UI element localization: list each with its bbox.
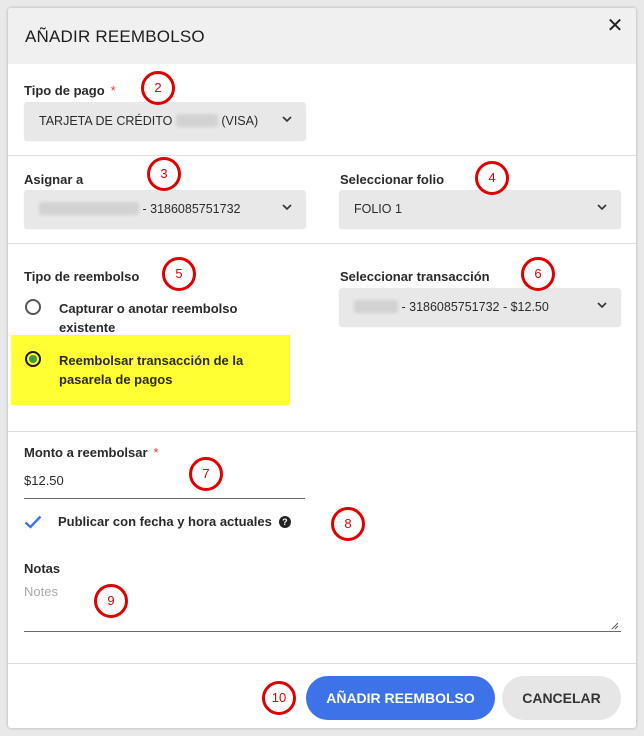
amount-underline: [24, 498, 305, 499]
refund-type-label: Tipo de reembolso: [24, 269, 140, 284]
folio-select[interactable]: FOLIO 1: [339, 190, 621, 228]
required-mark: *: [153, 445, 159, 460]
chevron-down-icon: [282, 116, 292, 123]
cancel-button[interactable]: CANCELAR: [502, 676, 621, 720]
callout-2: 2: [141, 71, 175, 105]
payment-type-select[interactable]: TARJETA DE CRÉDITO (VISA): [24, 102, 306, 140]
divider: [8, 663, 636, 664]
assign-to-value-suffix: - 3186085751732: [142, 202, 241, 216]
payment-type-value-suffix: (VISA): [221, 114, 259, 128]
redacted-name: [39, 202, 139, 215]
add-refund-button[interactable]: AÑADIR REEMBOLSO: [306, 676, 495, 720]
radio-button[interactable]: [25, 299, 41, 315]
required-mark: *: [110, 83, 116, 98]
folio-value: FOLIO 1: [354, 202, 402, 216]
radio-capture-existing[interactable]: Capturar o anotar reembolso existente: [25, 299, 294, 337]
assign-to-select[interactable]: - 3186085751732: [24, 190, 306, 228]
publish-now-label: Publicar con fecha y hora actuales: [58, 514, 272, 529]
radio-gateway-refund[interactable]: Reembolsar transacción de la pasarela de…: [25, 351, 294, 389]
assign-to-label: Asignar a: [24, 172, 84, 187]
dialog-title: AÑADIR REEMBOLSO: [25, 27, 205, 46]
payment-type-value: TARJETA DE CRÉDITO (VISA): [39, 114, 258, 128]
callout-4: 4: [475, 161, 509, 195]
radio-label: Capturar o anotar reembolso existente: [59, 301, 238, 335]
divider: [8, 431, 636, 432]
resize-handle-icon[interactable]: [609, 620, 619, 630]
notes-label: Notas: [24, 561, 61, 576]
payment-type-label: Tipo de pago *: [24, 83, 116, 98]
publish-now-checkbox[interactable]: Publicar con fecha y hora actuales ?: [24, 514, 291, 529]
folio-label: Seleccionar folio: [340, 172, 445, 187]
transaction-value: - 3186085751732 - $12.50: [354, 300, 549, 314]
add-refund-dialog: AÑADIR REEMBOLSO ✕ Tipo de pago * TARJETA…: [8, 8, 636, 728]
redacted-name: [354, 300, 398, 313]
callout-3: 3: [147, 157, 181, 191]
chevron-down-icon: [282, 204, 292, 211]
callout-8: 8: [331, 507, 365, 541]
help-icon[interactable]: ?: [278, 515, 291, 528]
callout-9: 9: [94, 584, 128, 618]
radio-label: Reembolsar transacción de la pasarela de…: [59, 353, 244, 387]
chevron-down-icon: [597, 302, 607, 309]
transaction-value-suffix: - 3186085751732 - $12.50: [401, 300, 549, 314]
amount-input[interactable]: $12.50: [24, 473, 64, 488]
transaction-label: Seleccionar transacción: [340, 269, 490, 284]
amount-label-text: Monto a reembolsar: [24, 445, 148, 460]
transaction-select[interactable]: - 3186085751732 - $12.50: [339, 288, 621, 326]
callout-6: 6: [521, 257, 555, 291]
assign-to-value: - 3186085751732: [39, 202, 241, 216]
amount-label: Monto a reembolsar *: [24, 445, 159, 460]
divider: [8, 243, 636, 244]
divider: [8, 155, 636, 156]
close-icon[interactable]: ✕: [605, 16, 625, 36]
dialog-header: AÑADIR REEMBOLSO ✕: [8, 8, 636, 64]
chevron-down-icon: [597, 204, 607, 211]
radio-button-checked[interactable]: [25, 351, 41, 367]
payment-type-value-prefix: TARJETA DE CRÉDITO: [39, 114, 173, 128]
redacted-card-number: [175, 114, 218, 127]
checkmark-icon[interactable]: [24, 515, 42, 529]
payment-type-label-text: Tipo de pago: [24, 83, 105, 98]
callout-10: 10: [262, 681, 296, 715]
callout-5: 5: [162, 257, 196, 291]
callout-7: 7: [189, 457, 223, 491]
